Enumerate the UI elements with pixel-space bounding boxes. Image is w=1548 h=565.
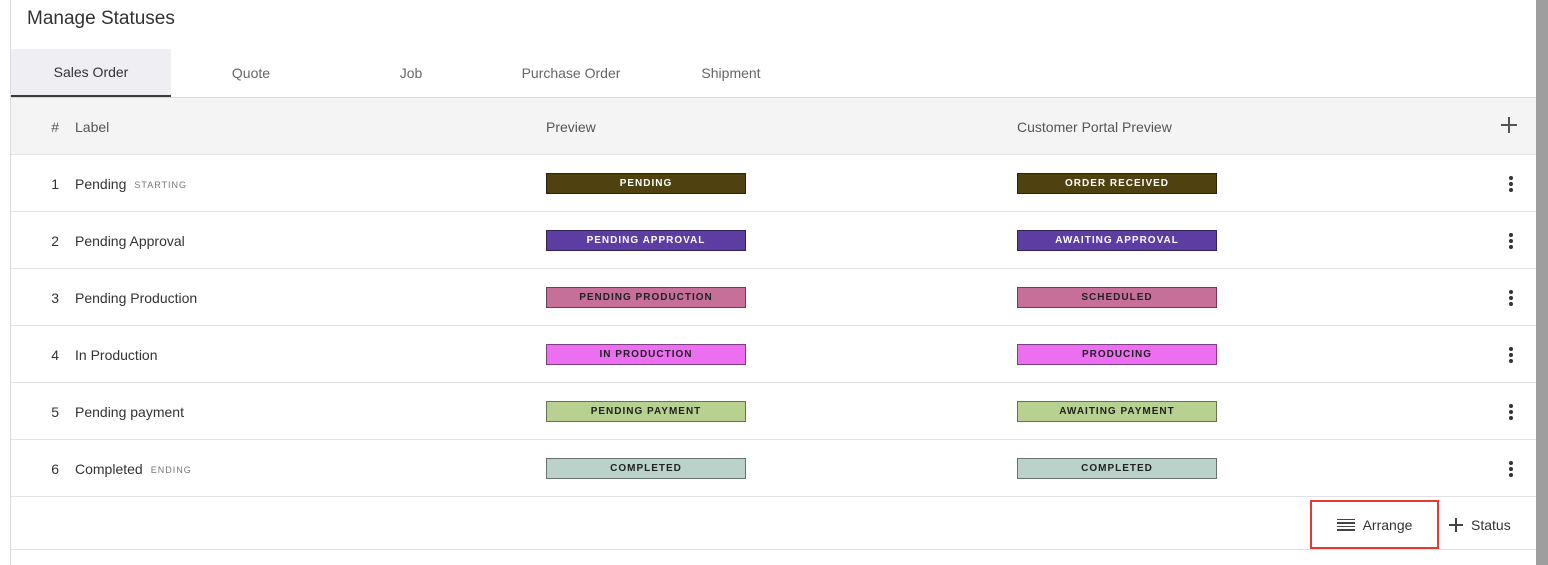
- table-row: 3 Pending Production PENDING PRODUCTION …: [11, 269, 1536, 326]
- portal-preview-badge: SCHEDULED: [1017, 287, 1217, 308]
- table-row: 6 Completed ENDING COMPLETED COMPLETED: [11, 440, 1536, 497]
- row-label-text: Pending Approval: [75, 233, 185, 249]
- status-tabs: Sales Order Quote Job Purchase Order Shi…: [11, 49, 811, 97]
- row-label-text: Pending Production: [75, 290, 198, 306]
- more-options-icon[interactable]: [1508, 174, 1514, 194]
- table-header: # Label Preview Customer Portal Preview: [11, 98, 1536, 155]
- row-tag: ENDING: [150, 465, 192, 475]
- table-row: 5 Pending payment PENDING PAYMENT AWAITI…: [11, 383, 1536, 440]
- status-table: # Label Preview Customer Portal Preview …: [11, 98, 1536, 550]
- row-label-text: In Production: [75, 347, 158, 363]
- plus-icon: [1449, 517, 1463, 532]
- tab-job[interactable]: Job: [331, 49, 491, 97]
- tab-shipment[interactable]: Shipment: [651, 49, 811, 97]
- table-row: 4 In Production IN PRODUCTION PRODUCING: [11, 326, 1536, 383]
- portal-preview-badge: AWAITING APPROVAL: [1017, 230, 1217, 251]
- row-number: 3: [51, 290, 59, 306]
- table-footer: Arrange Status: [11, 497, 1536, 550]
- more-options-icon[interactable]: [1508, 288, 1514, 308]
- table-row: 1 Pending STARTING PENDING ORDER RECEIVED: [11, 155, 1536, 212]
- add-status-plus-icon[interactable]: [1500, 116, 1518, 134]
- row-number: 2: [51, 233, 59, 249]
- portal-preview-badge: ORDER RECEIVED: [1017, 173, 1217, 194]
- portal-preview-badge: COMPLETED: [1017, 458, 1217, 479]
- scrollbar[interactable]: [1536, 0, 1548, 565]
- preview-badge: COMPLETED: [546, 458, 746, 479]
- row-number: 4: [51, 347, 59, 363]
- more-options-icon[interactable]: [1508, 402, 1514, 422]
- tab-sales-order[interactable]: Sales Order: [11, 49, 171, 97]
- preview-badge: PENDING APPROVAL: [546, 230, 746, 251]
- row-label: Pending STARTING: [75, 176, 187, 192]
- header-preview: Preview: [546, 119, 596, 135]
- header-portal-preview: Customer Portal Preview: [1017, 119, 1172, 135]
- portal-preview-badge: AWAITING PAYMENT: [1017, 401, 1217, 422]
- add-status-label: Status: [1471, 516, 1511, 533]
- table-body: 1 Pending STARTING PENDING ORDER RECEIVED…: [11, 155, 1536, 497]
- header-label: Label: [75, 119, 110, 135]
- row-number: 5: [51, 404, 59, 420]
- table-row: 2 Pending Approval PENDING APPROVAL AWAI…: [11, 212, 1536, 269]
- more-options-icon[interactable]: [1508, 459, 1514, 479]
- row-label: In Production: [75, 347, 166, 363]
- preview-badge: IN PRODUCTION: [546, 344, 746, 365]
- row-number: 6: [51, 461, 59, 477]
- row-label-text: Pending payment: [75, 404, 184, 420]
- row-tag: STARTING: [134, 180, 188, 190]
- arrange-label: Arrange: [1362, 516, 1413, 533]
- row-label-text: Pending: [75, 176, 127, 192]
- preview-badge: PENDING PAYMENT: [546, 401, 746, 422]
- preview-badge: PENDING PRODUCTION: [546, 287, 746, 308]
- arrange-button[interactable]: Arrange: [1310, 500, 1439, 549]
- portal-preview-badge: PRODUCING: [1017, 344, 1217, 365]
- tab-quote[interactable]: Quote: [171, 49, 331, 97]
- page-title: Manage Statuses: [27, 8, 175, 29]
- list-lines-icon: [1336, 518, 1355, 531]
- add-status-button[interactable]: Status: [1449, 500, 1511, 549]
- row-number: 1: [51, 176, 59, 192]
- row-label: Pending Approval: [75, 233, 193, 249]
- preview-badge: PENDING: [546, 173, 746, 194]
- more-options-icon[interactable]: [1508, 231, 1514, 251]
- more-options-icon[interactable]: [1508, 345, 1514, 365]
- tab-purchase-order[interactable]: Purchase Order: [491, 49, 651, 97]
- header-num: #: [51, 119, 59, 135]
- row-label: Completed ENDING: [75, 461, 192, 477]
- row-label: Pending Production: [75, 290, 205, 306]
- row-label-text: Completed: [75, 461, 143, 477]
- row-label: Pending payment: [75, 404, 192, 420]
